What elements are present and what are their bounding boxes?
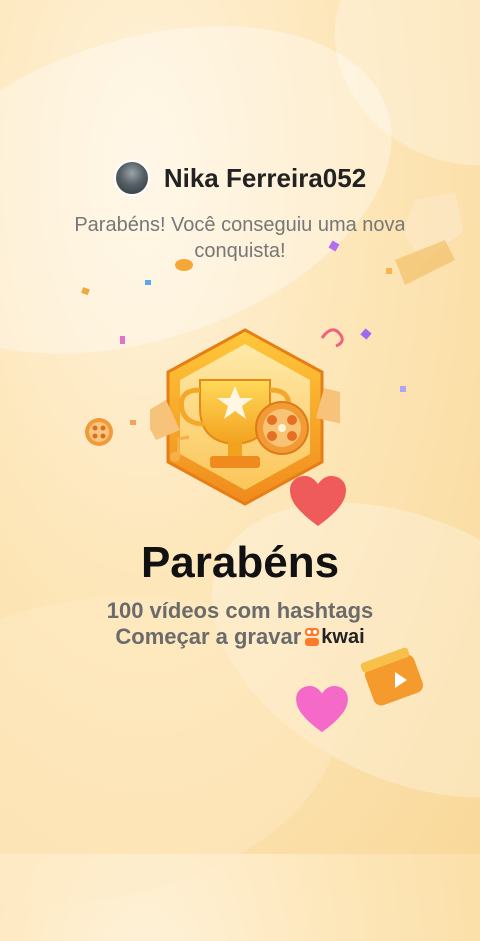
kwai-logo: kwai xyxy=(305,625,365,649)
start-recording-line[interactable]: Começar a gravar kwai xyxy=(0,624,480,650)
heart-icon xyxy=(296,686,348,733)
start-recording-link[interactable]: Começar a gravar xyxy=(115,624,301,650)
achievement-description: 100 vídeos com hashtags xyxy=(106,598,374,623)
heart-icon xyxy=(290,476,346,526)
kwai-logo-text: kwai xyxy=(321,625,365,648)
kwai-logo-icon xyxy=(305,628,320,646)
achievement-title: Parabéns xyxy=(140,538,340,587)
